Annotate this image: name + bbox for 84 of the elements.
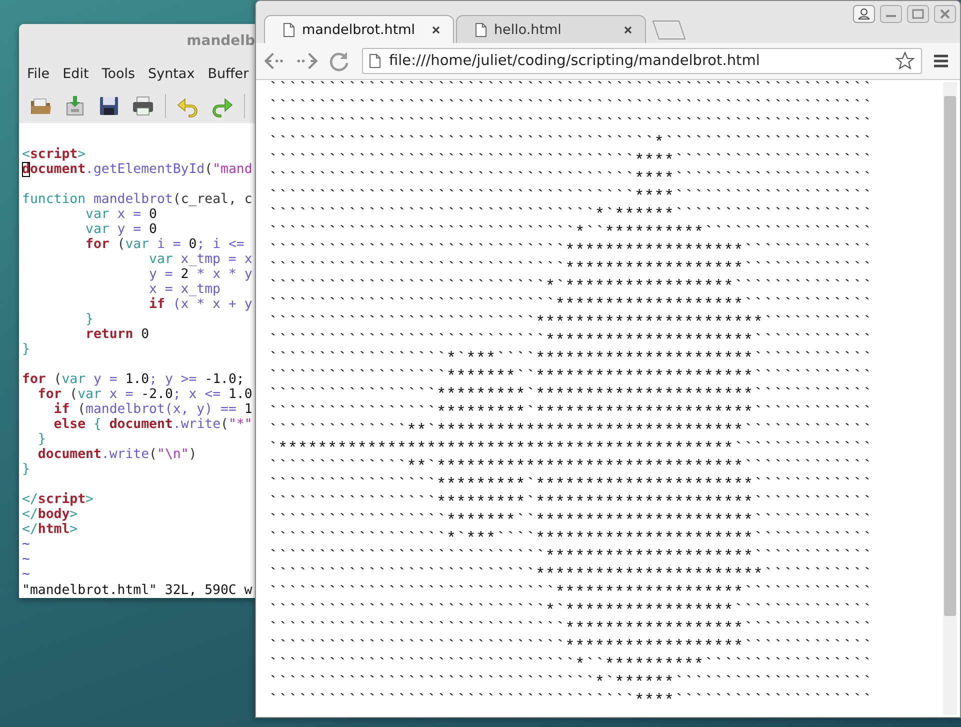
code-line: </script> [22, 492, 94, 507]
output-line: `````````````````````````````*******************````````````` [268, 295, 872, 314]
page-icon [369, 54, 381, 68]
menu-item[interactable]: File [27, 66, 50, 82]
output-line: `````````````````````````````````````****```````````````````` [268, 169, 872, 188]
code-line: var y = 0 [84, 222, 157, 237]
code-line: } [36, 432, 46, 447]
user-icon[interactable] [853, 5, 875, 23]
output-line: ````````````````````````````*********************```````````` [268, 331, 872, 350]
code-line: var x = 0 [84, 207, 157, 222]
output-line: ````````````````````````````````````````````````````````````` [268, 80, 872, 98]
code-line: <script> [22, 147, 86, 162]
output-line: ``````````````**`*******************************````````````` [268, 421, 872, 440]
output-line: ````````````````````````````*********************```````````` [268, 547, 872, 566]
output-line: `````````````````````````````````*`******```````````````````` [268, 205, 872, 224]
output-line: `````````````````````````````````````****```````````````````` [268, 151, 872, 170]
code-line: } [22, 462, 30, 477]
new-tab-button[interactable] [652, 20, 686, 40]
code-line: if (mandelbrot(x, y) == 1 [52, 402, 252, 417]
output-line: `````````````````*********`**********************```````````` [268, 403, 872, 422]
output-line: `````````````````*********`**********************```````````` [268, 385, 872, 404]
code-line: for (var x = -2.0; x <= 1.0 [36, 387, 252, 402]
maximize-icon[interactable] [907, 5, 929, 23]
page-icon [283, 22, 295, 36]
code-line: ~ [22, 552, 30, 567]
output-line: `````````````````````````````*******************````````````` [268, 583, 872, 602]
output-line: ```````````````````````````***********************``````````` [268, 565, 872, 584]
menu-item[interactable]: Edit [62, 66, 89, 82]
page-icon [475, 22, 487, 36]
browser-tab[interactable]: mandelbrot.html [264, 15, 454, 43]
star-icon[interactable] [895, 51, 915, 71]
output-line: `````````````````````````````````*`******```````````````````` [268, 673, 872, 692]
code-line: return 0 [84, 327, 150, 342]
close-icon[interactable] [431, 24, 441, 34]
output-line: ``````````````````*******``**********************```````````` [268, 511, 872, 530]
scrollbar[interactable] [943, 82, 957, 715]
code-line: document.getElementById("mand [22, 162, 252, 177]
menu-item[interactable]: Buffer [208, 66, 249, 82]
code-line: y = 2 * x * y [148, 267, 252, 282]
output-line: ````````````````````````````````````````````````````````````` [268, 97, 872, 116]
code-line: for (var y = 1.0; y >= -1.0; [22, 372, 244, 387]
output-line: ````````````````````````````*`*****************`````````````` [268, 277, 872, 296]
code-line: </body> [22, 507, 78, 522]
output-line: ``````````````````````````````******************````````````` [268, 241, 872, 260]
code-line: for (var i = 0; i <= [84, 237, 244, 252]
status-line: "mandelbrot.html" 32L, 590C w [22, 583, 252, 598]
output-line: `**********************************************`````````````` [268, 439, 872, 458]
minimize-icon[interactable] [880, 5, 902, 23]
code-line: </html> [22, 522, 78, 537]
browser-tab[interactable]: hello.html [456, 15, 646, 43]
code-line: if (x * x + y [148, 297, 252, 312]
output-line: ``````````````````````````````******************````````````` [268, 259, 872, 278]
output-line: ```````````````````````````````*``**********````````````````` [268, 655, 872, 674]
code-line: ~ [22, 567, 30, 582]
address-bar[interactable]: file:///home/juliet/coding/scripting/mandelbrot.html [362, 48, 922, 74]
output-line: `````````````````````````````````````****```````````````````` [268, 187, 872, 206]
printer-icon[interactable] [131, 94, 155, 118]
code-line: } [84, 312, 94, 327]
output-line: ``````````````````````````````******************````````````` [268, 619, 872, 638]
window-title: mandelb [186, 33, 255, 50]
output-line: ```````````````````````````````````````*````````````````````` [268, 133, 872, 152]
output-line: ```````````````````````````***********************``````````` [268, 313, 872, 332]
output-line: ``````````````````````````````******************````````````` [268, 637, 872, 656]
code-line: } [22, 342, 30, 357]
output-line: ``````````````**`*******************************````````````` [268, 457, 872, 476]
menu-item[interactable]: Tools [102, 66, 136, 82]
code-line: document.write("\n") [36, 447, 197, 462]
close-icon[interactable] [623, 24, 633, 34]
output-line: ````````````````````````````*`*****************`````````````` [268, 601, 872, 620]
code-line: else { document.write("*" [52, 417, 252, 432]
output-line: `````````````````*********`**********************```````````` [268, 475, 872, 494]
output-line: ````````````````````````````````````````````````````````````` [268, 115, 872, 134]
output-line: `````````````````````````````````````****```````````````````` [268, 691, 872, 710]
output-line: ``````````````````*******``**********************```````````` [268, 367, 872, 386]
code-line: function mandelbrot(c_real, c [22, 192, 252, 207]
output-line: ``````````````````*`***````**********************```````````` [268, 349, 872, 368]
code-line: x = x_tmp [148, 282, 220, 297]
code-line: var x_tmp = x [148, 252, 252, 267]
menu-item[interactable]: Syntax [148, 66, 195, 82]
output-line: ``````````````````*`***````**********************```````````` [268, 529, 872, 548]
code-line: ~ [22, 537, 30, 552]
output-line: ```````````````````````````````*``**********````````````````` [268, 223, 872, 242]
output-line: `````````````````*********`**********************```````````` [268, 493, 872, 512]
menu-icon[interactable] [933, 54, 949, 68]
